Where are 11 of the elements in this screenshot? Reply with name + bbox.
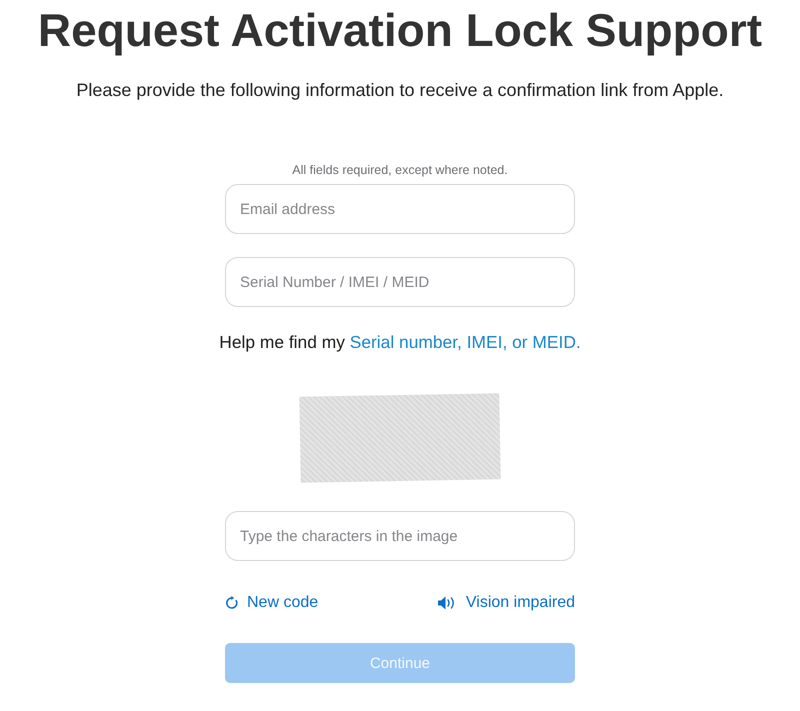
audio-link[interactable]: Vision impaired xyxy=(438,593,575,613)
new-code-link[interactable]: New code xyxy=(225,593,318,613)
page-title: Request Activation Lock Support xyxy=(38,3,762,58)
input-field[interactable]: Email address xyxy=(225,184,575,234)
captcha-input-field[interactable]: Type the characters in the image xyxy=(225,511,575,561)
page-subtitle: Please provide the following information to receive a confirmation link from Apple. xyxy=(76,79,724,102)
input-field[interactable]: Serial Number / IMEI / MEID xyxy=(225,257,575,307)
required-note: All fields required, except where noted. xyxy=(292,162,508,178)
help-link[interactable]: Serial number, IMEI, or MEID. xyxy=(350,332,581,352)
refresh-icon xyxy=(225,596,239,610)
help-text: Help me find my Serial number, IMEI, or MEID. xyxy=(219,331,581,353)
